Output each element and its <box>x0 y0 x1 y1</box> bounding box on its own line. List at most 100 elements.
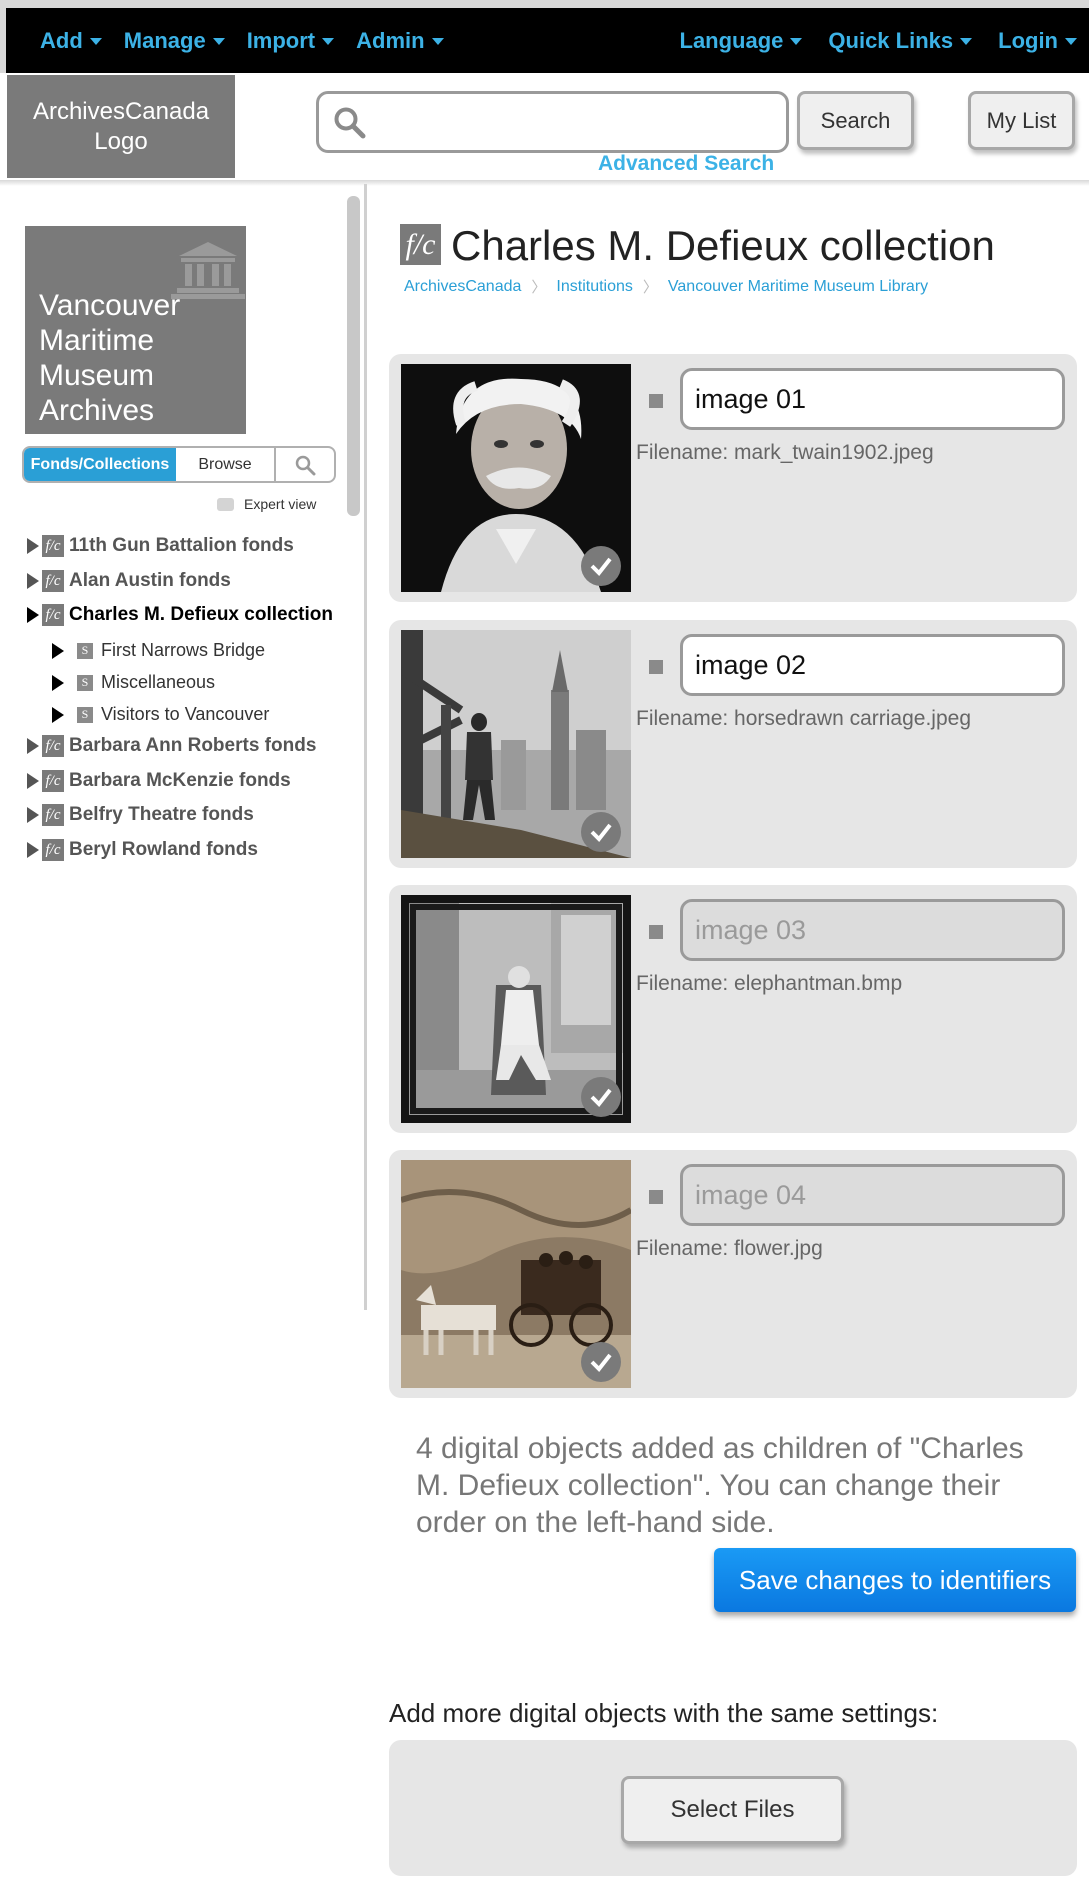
fonds-collection-icon: f/c <box>42 735 64 757</box>
expert-view-toggle[interactable]: Expert view <box>217 496 316 512</box>
tree-item-active[interactable]: f/c Charles M. Defieux collection <box>27 604 333 626</box>
confirmation-message: 4 digital objects added as children of "… <box>416 1432 1024 1539</box>
chevron-down-icon <box>322 38 335 45</box>
chevron-down-icon <box>1065 38 1077 45</box>
thumbnail-image[interactable] <box>401 1160 631 1388</box>
nav-manage-menu[interactable]: Manage <box>124 28 225 54</box>
drag-handle-icon[interactable] <box>649 660 663 674</box>
sidebar-tabs: Fonds/Collections Browse <box>22 446 336 483</box>
identifier-input[interactable] <box>680 368 1065 430</box>
expand-triangle-icon[interactable] <box>27 738 39 754</box>
tree-item-label: Visitors to Vancouver <box>101 704 270 724</box>
expand-triangle-icon[interactable] <box>27 807 39 823</box>
digital-object-card: Filename: mark_twain1902.jpeg <box>389 354 1077 602</box>
save-identifiers-button[interactable]: Save changes to identifiers <box>714 1548 1076 1612</box>
digital-object-card: Filename: elephantman.bmp <box>389 885 1077 1133</box>
tree-subitem[interactable]: S First Narrows Bridge <box>52 640 265 661</box>
expand-triangle-icon[interactable] <box>52 642 64 659</box>
breadcrumb-separator-icon: 〉 <box>642 279 658 296</box>
breadcrumb-separator-icon: 〉 <box>531 279 547 296</box>
search-icon <box>334 107 366 139</box>
digital-object-card: Filename: flower.jpg <box>389 1150 1077 1398</box>
tree-item[interactable]: f/c Belfry Theatre fonds <box>27 804 254 826</box>
digital-object-card: Filename: horsedrawn carriage.jpeg <box>389 620 1077 868</box>
tree-item[interactable]: f/c 11th Gun Battalion fonds <box>27 535 294 557</box>
series-icon: S <box>77 706 93 723</box>
tree-item[interactable]: f/c Alan Austin fonds <box>27 570 231 592</box>
tree-item-label: Miscellaneous <box>101 672 216 692</box>
tree-item[interactable]: f/c Barbara McKenzie fonds <box>27 770 291 792</box>
chevron-down-icon <box>960 38 973 45</box>
nav-quick-links-label: Quick Links <box>828 27 954 53</box>
breadcrumb-link[interactable]: Vancouver Maritime Museum Library <box>668 278 928 296</box>
tree-item-label: Charles M. Defieux collection <box>69 604 333 625</box>
identifier-input[interactable] <box>680 899 1065 961</box>
tree-item[interactable]: f/c Beryl Rowland fonds <box>27 839 258 861</box>
expert-view-checkbox[interactable] <box>217 497 234 511</box>
institution-name: Vancouver Maritime Museum Archives <box>39 289 181 427</box>
sidebar-scrollbar[interactable] <box>347 196 360 516</box>
series-icon: S <box>77 642 93 659</box>
checkmark-icon <box>581 1342 621 1382</box>
my-list-button[interactable]: My List <box>968 91 1075 150</box>
tab-search[interactable] <box>276 448 334 481</box>
fonds-collection-icon: f/c <box>400 224 441 265</box>
tree-item-label: Beryl Rowland fonds <box>69 839 258 860</box>
nav-login-label: Login <box>998 27 1058 53</box>
fonds-collection-icon: f/c <box>42 770 64 792</box>
expand-triangle-icon[interactable] <box>27 842 39 858</box>
breadcrumb-link[interactable]: Institutions <box>556 278 632 296</box>
drag-handle-icon[interactable] <box>649 1190 663 1204</box>
expand-triangle-icon[interactable] <box>27 573 39 589</box>
nav-language-label: Language <box>679 27 784 53</box>
tab-fonds-collections[interactable]: Fonds/Collections <box>24 448 176 481</box>
advanced-search-link[interactable]: Advanced Search <box>598 152 774 176</box>
nav-add-menu[interactable]: Add <box>40 28 102 54</box>
nav-login-menu[interactable]: Login <box>998 28 1077 54</box>
expand-triangle-icon[interactable] <box>27 538 39 554</box>
select-files-button[interactable]: Select Files <box>621 1776 844 1844</box>
nav-import-menu[interactable]: Import <box>246 27 335 54</box>
drag-handle-icon[interactable] <box>649 925 663 939</box>
tree-item-label: 11th Gun Battalion fonds <box>69 535 294 556</box>
expand-triangle-icon[interactable] <box>27 773 39 789</box>
fonds-collection-icon: f/c <box>42 570 64 592</box>
checkmark-icon <box>581 812 621 852</box>
my-list-button-label: My List <box>986 107 1057 133</box>
page-title: Charles M. Defieux collection <box>451 222 995 269</box>
fonds-collection-icon: f/c <box>42 839 64 861</box>
drag-handle-icon[interactable] <box>649 394 663 408</box>
identifier-input[interactable] <box>680 1164 1065 1226</box>
nav-admin-menu[interactable]: Admin <box>356 28 444 54</box>
select-files-label: Select Files <box>670 1796 795 1823</box>
expert-view-label: Expert view <box>244 496 317 512</box>
tree-subitem[interactable]: S Miscellaneous <box>52 672 215 693</box>
chevron-down-icon <box>431 38 444 45</box>
tab-browse[interactable]: Browse <box>176 448 276 481</box>
tree-subitem[interactable]: S Visitors to Vancouver <box>52 704 269 725</box>
search-button[interactable]: Search <box>797 91 914 150</box>
add-more-label: Add more digital objects with the same s… <box>389 1698 939 1728</box>
breadcrumb-link[interactable]: ArchivesCanada <box>404 278 521 296</box>
tab-fonds-collections-label: Fonds/Collections <box>30 455 170 473</box>
nav-import-label: Import <box>246 27 316 53</box>
nav-add-label: Add <box>40 27 83 53</box>
upload-area: Select Files <box>389 1740 1077 1876</box>
nav-language-menu[interactable]: Language <box>680 28 803 54</box>
identifier-input[interactable] <box>680 634 1065 696</box>
thumbnail-image[interactable] <box>401 364 631 592</box>
thumbnail-image[interactable] <box>401 895 631 1123</box>
nav-quick-links-menu[interactable]: Quick Links <box>828 27 973 54</box>
search-input[interactable] <box>379 102 779 142</box>
tree-item-label: First Narrows Bridge <box>101 640 266 660</box>
thumbnail-image[interactable] <box>401 630 631 858</box>
site-logo[interactable]: ArchivesCanada Logo <box>7 75 235 178</box>
chevron-down-icon <box>89 38 102 45</box>
expand-triangle-icon[interactable] <box>52 674 64 691</box>
fonds-collection-icon: f/c <box>42 804 64 826</box>
tree-item[interactable]: f/c Barbara Ann Roberts fonds <box>27 735 316 757</box>
expand-triangle-icon[interactable] <box>52 706 64 723</box>
expand-triangle-icon[interactable] <box>27 607 39 623</box>
institution-logo[interactable]: Vancouver Maritime Museum Archives <box>25 226 246 434</box>
fonds-collection-icon: f/c <box>42 604 64 626</box>
